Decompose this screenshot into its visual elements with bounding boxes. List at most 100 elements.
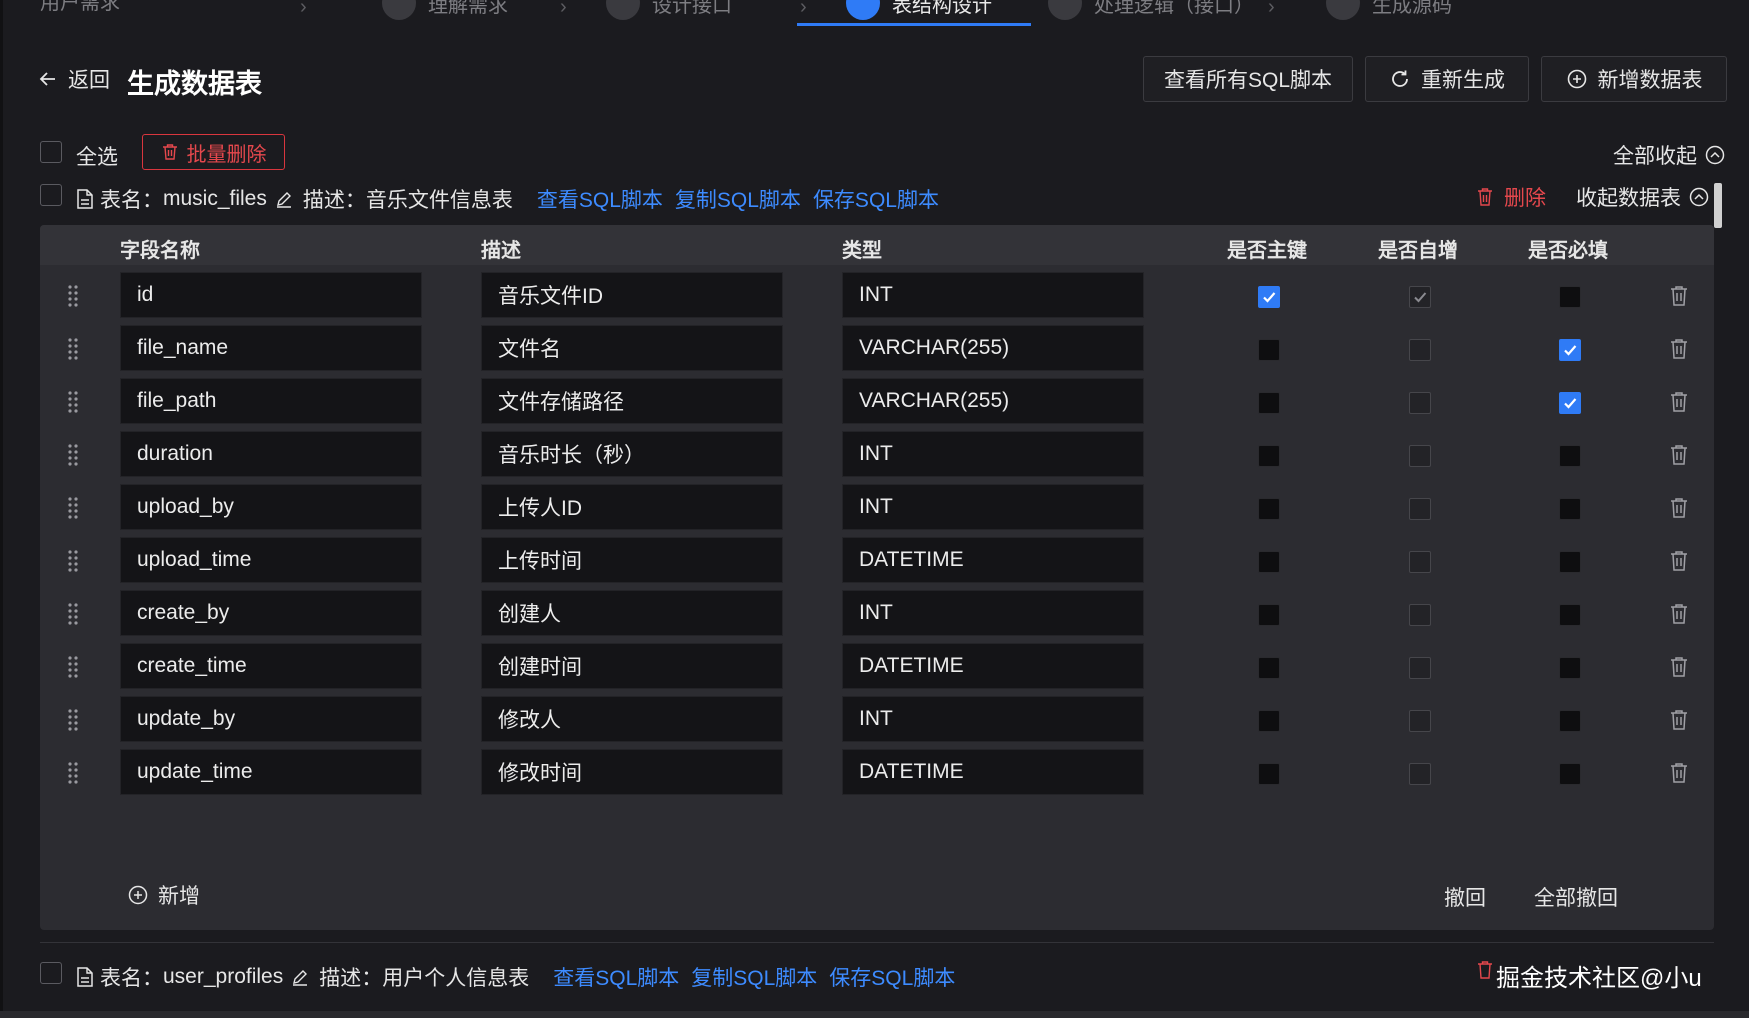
edit-icon[interactable] xyxy=(275,190,293,208)
batch-delete-button[interactable]: 批量删除 xyxy=(142,134,285,170)
required-checkbox[interactable] xyxy=(1559,551,1581,573)
required-checkbox[interactable] xyxy=(1559,498,1581,520)
regenerate-button[interactable]: 重新生成 xyxy=(1365,56,1529,102)
auto-increment-checkbox[interactable] xyxy=(1409,710,1431,732)
required-checkbox[interactable] xyxy=(1559,604,1581,626)
field-type-input[interactable]: VARCHAR(255) xyxy=(842,378,1144,424)
required-checkbox[interactable] xyxy=(1559,763,1581,785)
field-desc-input[interactable]: 上传人ID xyxy=(481,484,783,530)
primary-key-checkbox[interactable] xyxy=(1258,710,1280,732)
field-type-input[interactable]: VARCHAR(255) xyxy=(842,325,1144,371)
field-name-input[interactable]: file_path xyxy=(120,378,422,424)
field-desc-input[interactable]: 音乐文件ID xyxy=(481,272,783,318)
add-field-button[interactable]: 新增 xyxy=(128,880,200,910)
drag-handle-icon[interactable] xyxy=(66,549,80,573)
field-type-input[interactable]: INT xyxy=(842,484,1144,530)
auto-increment-checkbox[interactable] xyxy=(1409,657,1431,679)
drag-handle-icon[interactable] xyxy=(66,496,80,520)
trash-icon[interactable] xyxy=(1476,960,1494,980)
primary-key-checkbox[interactable] xyxy=(1258,657,1280,679)
primary-key-checkbox[interactable] xyxy=(1258,392,1280,414)
drag-handle-icon[interactable] xyxy=(66,443,80,467)
field-type-input[interactable]: INT xyxy=(842,590,1144,636)
field-name-input[interactable]: duration xyxy=(120,431,422,477)
undo-all-button[interactable]: 全部撤回 xyxy=(1534,882,1618,912)
primary-key-checkbox[interactable] xyxy=(1258,445,1280,467)
auto-increment-checkbox[interactable] xyxy=(1409,339,1431,361)
trash-icon[interactable] xyxy=(1669,444,1689,466)
step-3[interactable]: 设计接口 xyxy=(606,0,732,20)
field-name-input[interactable]: update_time xyxy=(120,749,422,795)
copy-sql-link[interactable]: 复制SQL脚本 xyxy=(691,962,817,992)
step-4[interactable]: 表结构设计 xyxy=(846,0,992,20)
primary-key-checkbox[interactable] xyxy=(1258,498,1280,520)
delete-table-button[interactable]: 删除 xyxy=(1476,182,1546,212)
table-select-checkbox[interactable] xyxy=(40,184,62,206)
drag-handle-icon[interactable] xyxy=(66,390,80,414)
field-name-input[interactable]: upload_time xyxy=(120,537,422,583)
drag-handle-icon[interactable] xyxy=(66,284,80,308)
field-type-input[interactable]: INT xyxy=(842,431,1144,477)
drag-handle-icon[interactable] xyxy=(66,602,80,626)
field-name-input[interactable]: id xyxy=(120,272,422,318)
auto-increment-checkbox[interactable] xyxy=(1409,763,1431,785)
table-select-checkbox[interactable] xyxy=(40,962,62,984)
drag-handle-icon[interactable] xyxy=(66,337,80,361)
save-sql-link[interactable]: 保存SQL脚本 xyxy=(813,184,939,214)
save-sql-link[interactable]: 保存SQL脚本 xyxy=(829,962,955,992)
drag-handle-icon[interactable] xyxy=(66,655,80,679)
field-desc-input[interactable]: 修改时间 xyxy=(481,749,783,795)
field-name-input[interactable]: create_time xyxy=(120,643,422,689)
field-desc-input[interactable]: 上传时间 xyxy=(481,537,783,583)
primary-key-checkbox[interactable] xyxy=(1258,763,1280,785)
primary-key-checkbox[interactable] xyxy=(1258,339,1280,361)
field-name-input[interactable]: update_by xyxy=(120,696,422,742)
trash-icon[interactable] xyxy=(1669,603,1689,625)
required-checkbox[interactable] xyxy=(1559,710,1581,732)
scrollbar-thumb[interactable] xyxy=(1714,183,1722,228)
field-desc-input[interactable]: 文件存储路径 xyxy=(481,378,783,424)
auto-increment-checkbox[interactable] xyxy=(1409,445,1431,467)
trash-icon[interactable] xyxy=(1669,550,1689,572)
auto-increment-checkbox[interactable] xyxy=(1409,392,1431,414)
auto-increment-checkbox[interactable] xyxy=(1409,498,1431,520)
step-5[interactable]: 处理逻辑（接口） xyxy=(1048,0,1254,20)
required-checkbox[interactable] xyxy=(1559,657,1581,679)
field-name-input[interactable]: create_by xyxy=(120,590,422,636)
field-name-input[interactable]: upload_by xyxy=(120,484,422,530)
primary-key-checkbox[interactable] xyxy=(1258,604,1280,626)
undo-button[interactable]: 撤回 xyxy=(1444,882,1486,912)
auto-increment-checkbox[interactable] xyxy=(1409,604,1431,626)
auto-increment-checkbox[interactable] xyxy=(1409,551,1431,573)
field-type-input[interactable]: INT xyxy=(842,696,1144,742)
view-all-sql-button[interactable]: 查看所有SQL脚本 xyxy=(1143,56,1353,102)
field-desc-input[interactable]: 创建时间 xyxy=(481,643,783,689)
trash-icon[interactable] xyxy=(1669,497,1689,519)
required-checkbox[interactable] xyxy=(1559,286,1581,308)
add-table-button[interactable]: 新增数据表 xyxy=(1541,56,1727,102)
field-desc-input[interactable]: 文件名 xyxy=(481,325,783,371)
view-sql-link[interactable]: 查看SQL脚本 xyxy=(553,962,679,992)
trash-icon[interactable] xyxy=(1669,391,1689,413)
field-desc-input[interactable]: 音乐时长（秒） xyxy=(481,431,783,477)
auto-increment-checkbox[interactable] xyxy=(1409,286,1431,308)
edit-icon[interactable] xyxy=(291,968,309,986)
view-sql-link[interactable]: 查看SQL脚本 xyxy=(537,184,663,214)
required-checkbox[interactable] xyxy=(1559,392,1581,414)
drag-handle-icon[interactable] xyxy=(66,708,80,732)
field-type-input[interactable]: INT xyxy=(842,272,1144,318)
required-checkbox[interactable] xyxy=(1559,445,1581,467)
step-2[interactable]: 理解需求 xyxy=(382,0,508,20)
drag-handle-icon[interactable] xyxy=(66,761,80,785)
select-all-checkbox[interactable] xyxy=(40,141,62,163)
primary-key-checkbox[interactable] xyxy=(1258,286,1280,308)
field-desc-input[interactable]: 修改人 xyxy=(481,696,783,742)
step-6[interactable]: 生成源码 xyxy=(1326,0,1452,20)
collapse-all-button[interactable]: 全部收起 xyxy=(1613,140,1725,170)
required-checkbox[interactable] xyxy=(1559,339,1581,361)
back-button[interactable]: 返回 xyxy=(38,64,110,94)
trash-icon[interactable] xyxy=(1669,656,1689,678)
trash-icon[interactable] xyxy=(1669,285,1689,307)
field-type-input[interactable]: DATETIME xyxy=(842,749,1144,795)
collapse-table-button[interactable]: 收起数据表 xyxy=(1576,182,1709,212)
